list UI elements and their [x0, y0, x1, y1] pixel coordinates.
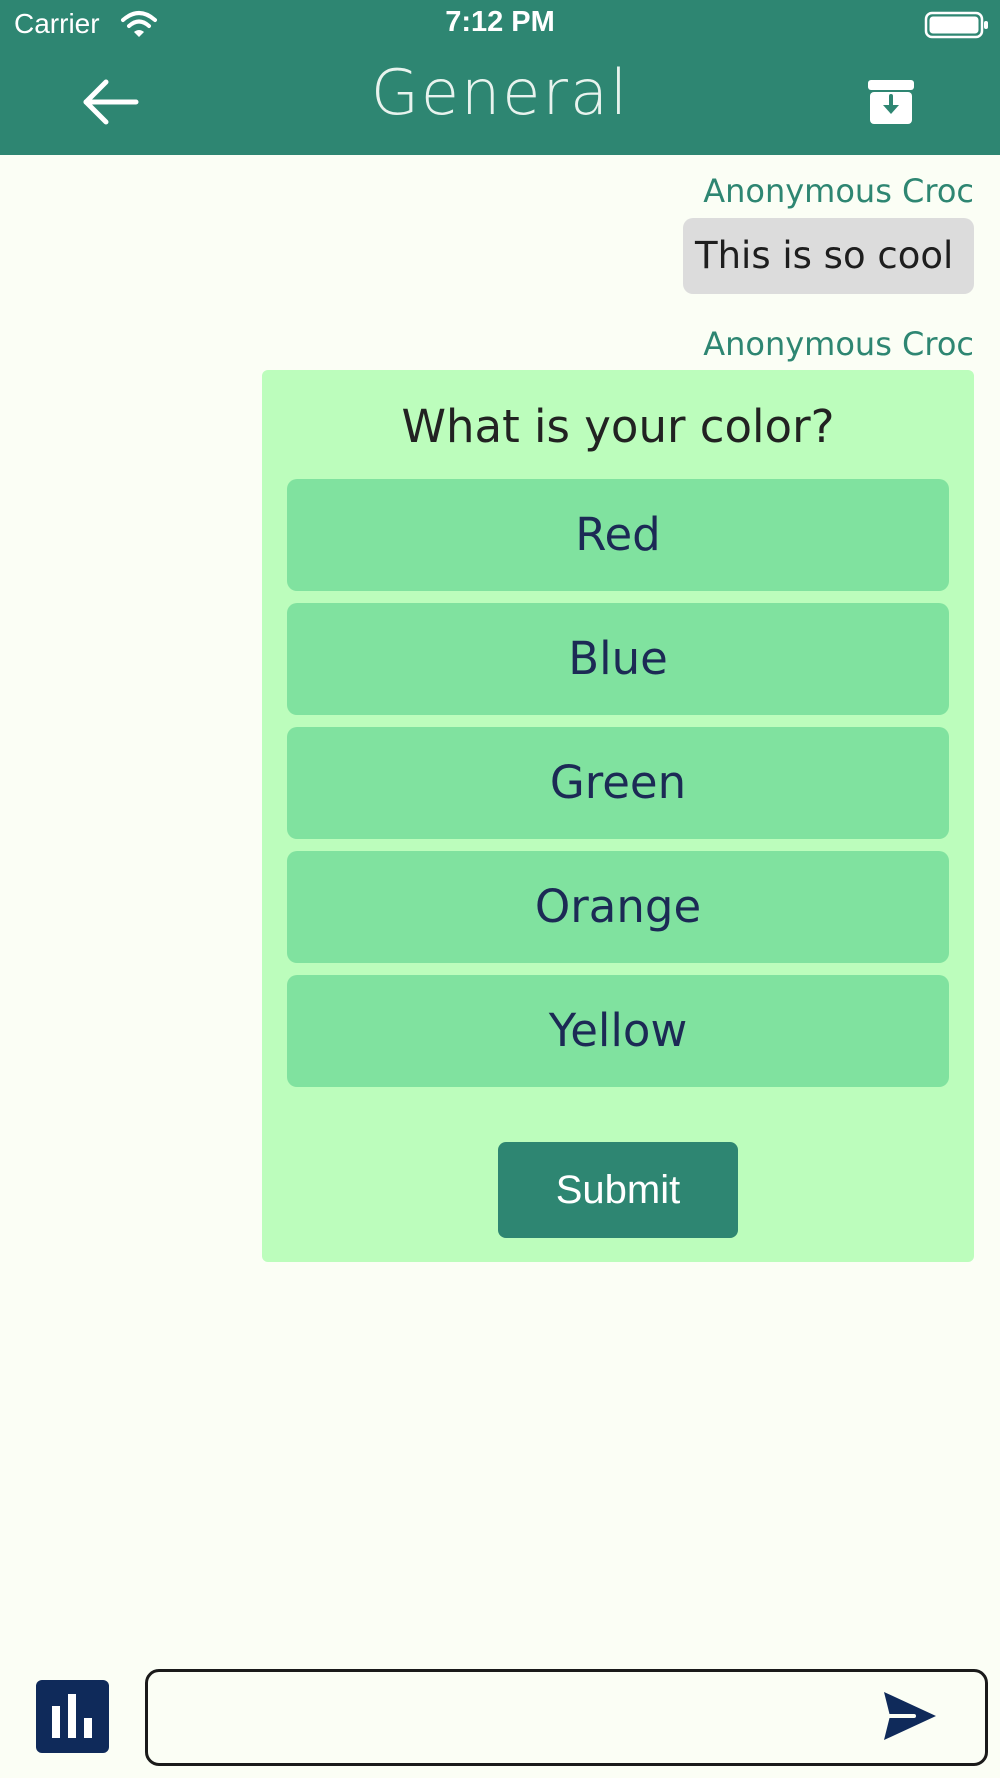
bar-chart-icon	[52, 1694, 92, 1738]
submit-button[interactable]: Submit	[498, 1142, 738, 1238]
poll-option-green[interactable]: Green	[287, 727, 949, 839]
message-bubble: This is so cool	[683, 218, 974, 294]
poll-option-red[interactable]: Red	[287, 479, 949, 591]
send-button[interactable]	[880, 1688, 940, 1744]
message-input[interactable]	[145, 1669, 988, 1766]
chat-screen: Carrier 7:12 PM General Anonymous Croc T…	[0, 0, 1000, 1778]
message-sender: Anonymous Croc	[703, 172, 974, 210]
archive-button[interactable]	[867, 79, 915, 125]
send-icon	[884, 1692, 936, 1740]
status-time: 7:12 PM	[445, 6, 555, 38]
archive-download-icon	[868, 80, 914, 124]
poll-card: What is your color? Red Blue Green Orang…	[262, 370, 974, 1262]
poll-option-yellow[interactable]: Yellow	[287, 975, 949, 1087]
poll-option-orange[interactable]: Orange	[287, 851, 949, 963]
page-title: General	[370, 56, 630, 129]
poll-option-blue[interactable]: Blue	[287, 603, 949, 715]
poll-question: What is your color?	[401, 400, 835, 453]
battery-full-icon	[924, 11, 988, 39]
message-sender: Anonymous Croc	[703, 325, 974, 363]
create-poll-button[interactable]	[36, 1680, 109, 1753]
header-bar: Carrier 7:12 PM General	[0, 0, 1000, 155]
